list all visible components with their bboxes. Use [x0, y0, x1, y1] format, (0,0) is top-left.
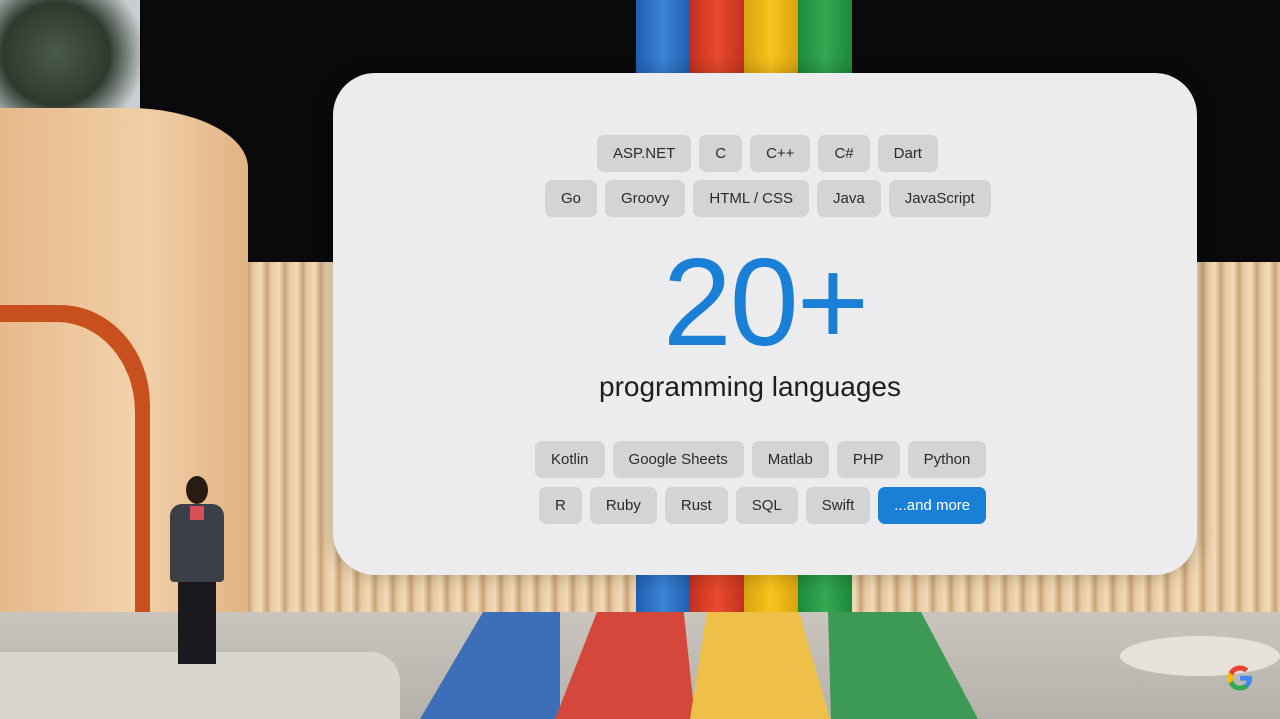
language-chip: SQL	[735, 487, 798, 524]
language-chip: Python	[907, 441, 987, 478]
chip-row-1: ASP.NET C C++ C# Dart	[597, 135, 938, 172]
subheadline: programming languages	[599, 371, 901, 402]
language-chip: Google Sheets	[612, 441, 744, 478]
arch-opening	[0, 322, 135, 620]
google-g-logo-icon	[1227, 665, 1252, 691]
language-chip: ASP.NET	[597, 135, 692, 172]
and-more-chip: ...and more	[878, 487, 987, 524]
language-chip: Matlab	[751, 441, 829, 478]
chip-row-4: R Ruby Rust SQL Swift ...and more	[539, 487, 987, 524]
presenter-head	[186, 476, 208, 504]
headline-count: 20+	[662, 234, 869, 372]
language-chip: Ruby	[589, 487, 657, 524]
language-chip: Java	[817, 180, 881, 217]
language-chip: Rust	[664, 487, 728, 524]
language-chip: Dart	[877, 135, 938, 172]
language-chip: R	[539, 487, 582, 524]
language-chip: C#	[818, 135, 870, 172]
chip-row-2: Go Groovy HTML / CSS Java JavaScript	[545, 180, 991, 217]
language-chip: C	[699, 135, 743, 172]
language-chip: Groovy	[605, 180, 686, 217]
stage-scene: ASP.NET C C++ C# Dart Go Groovy HTML / C…	[0, 0, 1280, 719]
presenter-legs	[178, 580, 216, 664]
language-chip: Go	[545, 180, 598, 217]
presenter	[166, 476, 228, 664]
language-chip: Kotlin	[535, 441, 605, 478]
language-chip: HTML / CSS	[693, 180, 809, 217]
presentation-slide: ASP.NET C C++ C# Dart Go Groovy HTML / C…	[333, 73, 1197, 575]
language-chip: C++	[750, 135, 811, 172]
language-chip: PHP	[836, 441, 900, 478]
language-chip: JavaScript	[888, 180, 991, 217]
presenter-collar	[190, 506, 204, 520]
chip-row-3: Kotlin Google Sheets Matlab PHP Python	[535, 441, 987, 478]
stage-disc	[1120, 636, 1280, 676]
language-chip: Swift	[805, 487, 871, 524]
